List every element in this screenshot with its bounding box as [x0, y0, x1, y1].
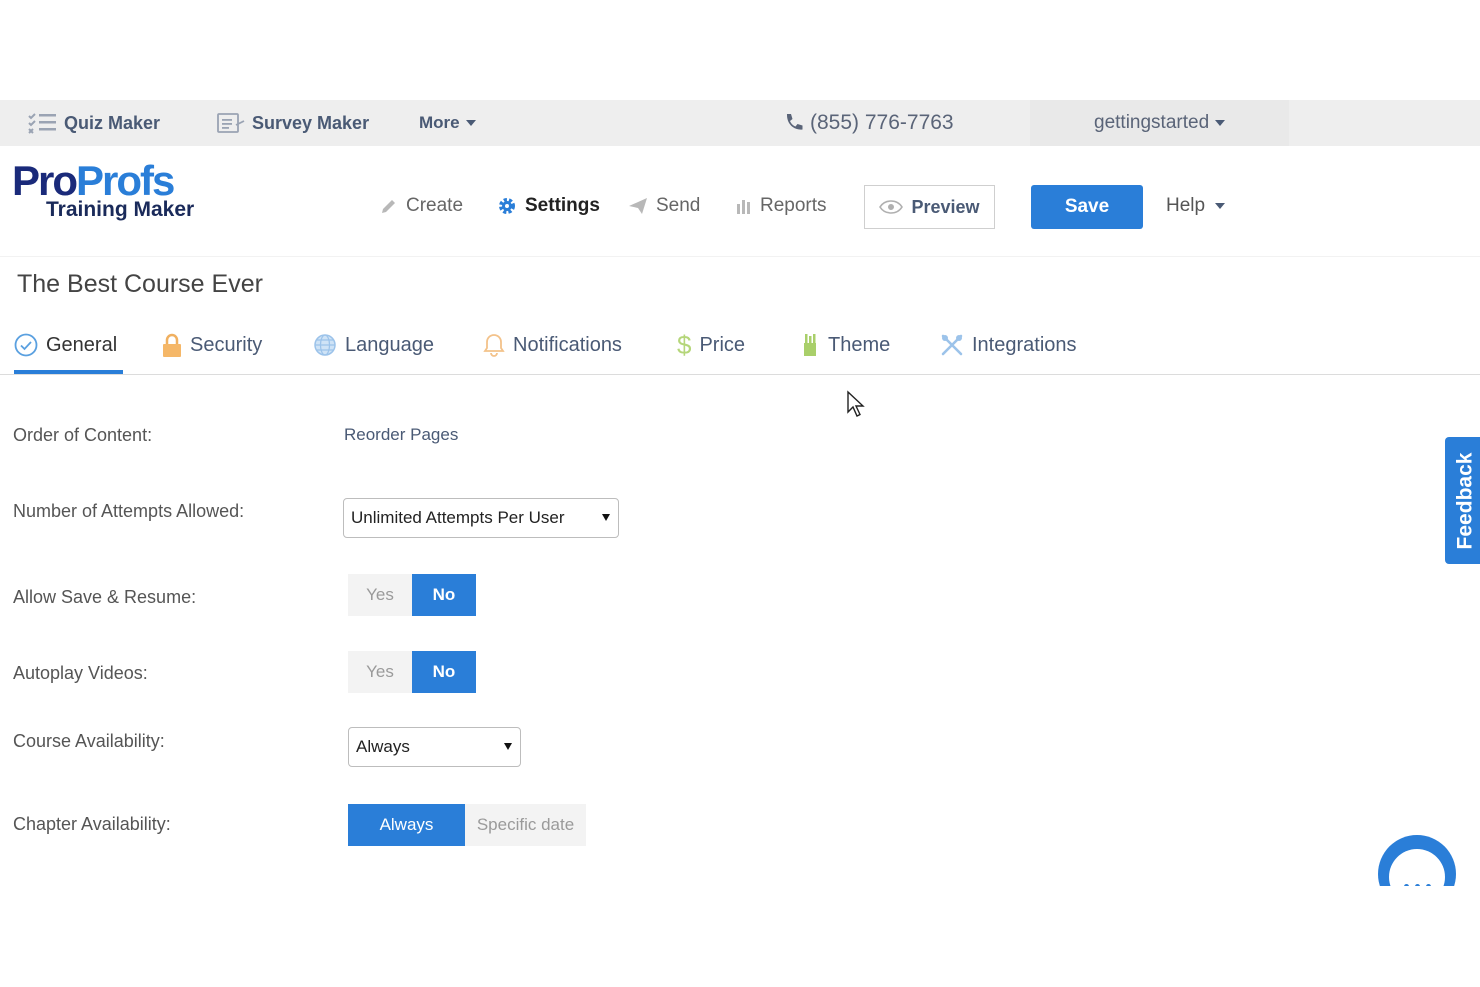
attempts-select-value: Unlimited Attempts Per User: [351, 508, 565, 527]
tab-general[interactable]: General: [14, 326, 117, 364]
check-circle-icon: [14, 333, 38, 357]
save-resume-yes[interactable]: Yes: [348, 574, 412, 616]
tab-notifications-label: Notifications: [513, 333, 622, 356]
tab-security-label: Security: [190, 333, 263, 356]
tabs-divider: [0, 374, 1480, 375]
save-resume-label: Allow Save & Resume:: [13, 587, 197, 607]
save-button[interactable]: Save: [1031, 185, 1143, 229]
tab-language[interactable]: Language: [313, 326, 434, 364]
autoplay-label: Autoplay Videos:: [13, 663, 148, 683]
bell-icon: [483, 334, 505, 357]
dropdown-arrow-icon: [602, 514, 610, 521]
lock-icon: [163, 333, 181, 357]
tab-general-label: General: [46, 333, 118, 356]
pencil-icon: [382, 200, 395, 213]
attempts-label: Number of Attempts Allowed:: [13, 501, 245, 521]
help-menu[interactable]: Help: [1166, 188, 1226, 224]
paper-plane-icon: [629, 198, 647, 214]
quiz-maker-link[interactable]: Quiz Maker: [26, 100, 160, 146]
nav-settings-label: Settings: [525, 195, 600, 216]
tab-integrations-label: Integrations: [972, 333, 1077, 356]
page-title: The Best Course Ever: [17, 270, 263, 298]
logo-product-name: Training Maker: [46, 198, 195, 221]
preview-label: Preview: [911, 196, 980, 217]
logo-wordmark: ProProfs: [12, 157, 175, 204]
nav-create-label: Create: [406, 195, 464, 216]
nav-send-label: Send: [656, 195, 701, 216]
chapter-always[interactable]: Always: [348, 804, 465, 846]
feedback-label: Feedback: [1453, 452, 1477, 549]
tab-security[interactable]: Security: [162, 326, 262, 364]
nav-send[interactable]: Send: [628, 188, 700, 224]
gear-icon: [499, 198, 515, 214]
reorder-pages-link[interactable]: Reorder Pages: [344, 425, 458, 445]
tab-theme-label: Theme: [828, 333, 891, 356]
list-icon: [28, 113, 56, 134]
tab-price[interactable]: $ Price: [677, 326, 745, 364]
order-of-content-label: Order of Content:: [13, 425, 153, 445]
tab-notifications[interactable]: Notifications: [483, 326, 622, 364]
user-menu[interactable]: gettingstarted: [1030, 100, 1290, 146]
survey-maker-label: Survey Maker: [252, 112, 370, 133]
tab-theme[interactable]: Theme: [800, 326, 890, 364]
quiz-maker-label: Quiz Maker: [64, 112, 161, 133]
chapter-availability-label: Chapter Availability:: [13, 814, 171, 834]
globe-icon: [314, 334, 336, 356]
autoplay-toggle: Yes No: [348, 651, 476, 693]
chapter-specific-date[interactable]: Specific date: [465, 804, 586, 846]
course-availability-value: Always: [356, 737, 410, 756]
chapter-availability-toggle: Always Specific date: [348, 804, 586, 846]
phone-icon: [786, 114, 803, 130]
more-label: More: [419, 113, 460, 132]
chevron-down-icon: [1215, 203, 1226, 209]
phone-number: (855) 776-7763: [782, 100, 954, 146]
dollar-icon: $: [677, 329, 692, 360]
paint-brush-icon: [804, 334, 816, 356]
autoplay-no[interactable]: No: [412, 651, 476, 693]
more-menu[interactable]: More: [419, 100, 476, 146]
nav-create[interactable]: Create: [380, 188, 463, 224]
tab-price-label: Price: [699, 333, 746, 356]
tools-icon: [941, 334, 963, 356]
help-label: Help: [1166, 195, 1206, 216]
chevron-down-icon: [1215, 120, 1226, 126]
mouse-cursor-icon: [847, 390, 865, 417]
username: gettingstarted: [1094, 112, 1210, 133]
nav-settings[interactable]: Settings: [497, 188, 600, 224]
survey-maker-link[interactable]: Survey Maker: [216, 100, 369, 146]
autoplay-yes[interactable]: Yes: [348, 651, 412, 693]
proprofs-logo[interactable]: ProProfs Training Maker: [12, 160, 212, 230]
bar-chart-icon: [737, 200, 750, 214]
feedback-tab[interactable]: Feedback: [1445, 437, 1480, 564]
top-utility-bar: Quiz Maker Survey Maker More (855) 776-7…: [0, 100, 1480, 146]
dropdown-arrow-icon: [504, 743, 512, 750]
course-availability-select[interactable]: Always: [348, 727, 521, 767]
nav-reports[interactable]: Reports: [736, 188, 827, 224]
chevron-down-icon: [465, 120, 476, 126]
survey-icon: [217, 113, 245, 133]
tab-language-label: Language: [345, 333, 434, 356]
tab-integrations[interactable]: Integrations: [940, 326, 1077, 364]
phone-label: (855) 776-7763: [810, 111, 954, 134]
save-resume-no[interactable]: No: [412, 574, 476, 616]
save-resume-toggle: Yes No: [348, 574, 476, 616]
eye-icon: [879, 200, 904, 214]
nav-reports-label: Reports: [760, 195, 827, 216]
page-bottom-area: [0, 886, 1480, 987]
preview-button[interactable]: Preview: [864, 185, 995, 229]
attempts-select[interactable]: Unlimited Attempts Per User: [343, 498, 619, 538]
course-availability-label: Course Availability:: [13, 731, 165, 751]
header-divider: [0, 256, 1480, 257]
